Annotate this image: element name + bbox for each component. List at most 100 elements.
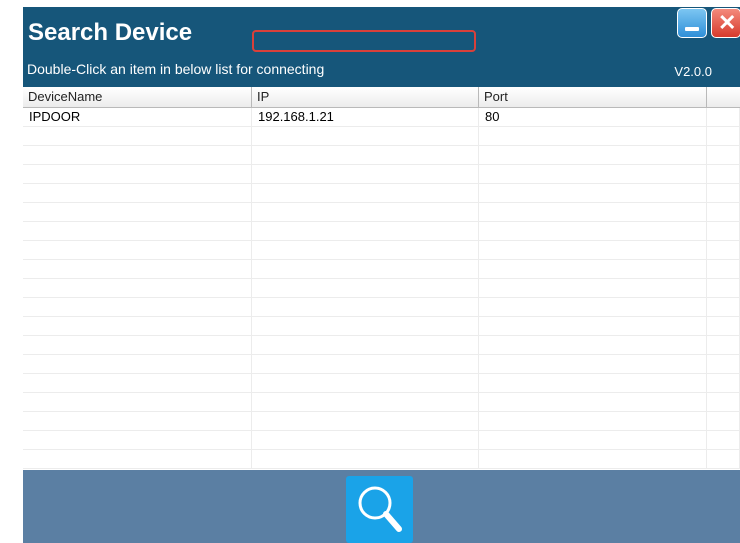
empty-row bbox=[23, 184, 740, 203]
cell-device-name bbox=[23, 241, 252, 260]
cell-filler bbox=[707, 127, 740, 146]
empty-row bbox=[23, 450, 740, 469]
empty-row bbox=[23, 298, 740, 317]
cell-port bbox=[479, 374, 707, 393]
cell-device-name bbox=[23, 317, 252, 336]
cell-port bbox=[479, 260, 707, 279]
cell-port bbox=[479, 336, 707, 355]
cell-filler bbox=[707, 336, 740, 355]
cell-port bbox=[479, 279, 707, 298]
cell-filler bbox=[707, 260, 740, 279]
cell-ip bbox=[252, 336, 479, 355]
cell-filler bbox=[707, 108, 740, 127]
close-icon: ✕ bbox=[718, 10, 737, 35]
cell-port bbox=[479, 146, 707, 165]
cell-ip bbox=[252, 431, 479, 450]
cell-device-name bbox=[23, 184, 252, 203]
cell-ip bbox=[252, 260, 479, 279]
empty-row bbox=[23, 222, 740, 241]
cell-ip bbox=[252, 317, 479, 336]
cell-device-name bbox=[23, 374, 252, 393]
cell-filler bbox=[707, 355, 740, 374]
cell-filler bbox=[707, 203, 740, 222]
device-list-header: DeviceName IP Port bbox=[23, 87, 740, 108]
empty-row bbox=[23, 393, 740, 412]
cell-ip bbox=[252, 203, 479, 222]
cell-ip bbox=[252, 279, 479, 298]
cell-device-name bbox=[23, 355, 252, 374]
cell-device-name: IPDOOR bbox=[23, 108, 252, 127]
cell-device-name bbox=[23, 450, 252, 469]
cell-port: 80 bbox=[479, 108, 707, 127]
cell-device-name bbox=[23, 203, 252, 222]
column-header-ip[interactable]: IP bbox=[252, 87, 479, 107]
minimize-icon bbox=[685, 27, 699, 31]
empty-row bbox=[23, 241, 740, 260]
window-title: Search Device bbox=[28, 19, 193, 46]
cell-port bbox=[479, 203, 707, 222]
cell-filler bbox=[707, 279, 740, 298]
cell-filler bbox=[707, 184, 740, 203]
empty-row bbox=[23, 279, 740, 298]
close-button[interactable]: ✕ bbox=[711, 8, 740, 38]
empty-row bbox=[23, 260, 740, 279]
empty-row bbox=[23, 146, 740, 165]
cell-port bbox=[479, 450, 707, 469]
cell-ip bbox=[252, 355, 479, 374]
cell-filler bbox=[707, 222, 740, 241]
cell-port bbox=[479, 222, 707, 241]
instruction-text: Double-Click an item in below list for c… bbox=[27, 61, 325, 77]
minimize-button[interactable] bbox=[677, 8, 707, 38]
cell-device-name bbox=[23, 127, 252, 146]
column-header-filler bbox=[707, 87, 740, 107]
cell-device-name bbox=[23, 393, 252, 412]
cell-filler bbox=[707, 374, 740, 393]
cell-port bbox=[479, 412, 707, 431]
cell-filler bbox=[707, 393, 740, 412]
cell-device-name bbox=[23, 336, 252, 355]
cell-device-name bbox=[23, 222, 252, 241]
cell-port bbox=[479, 184, 707, 203]
cell-port bbox=[479, 298, 707, 317]
column-header-device-name[interactable]: DeviceName bbox=[23, 87, 252, 107]
version-label: V2.0.0 bbox=[674, 64, 712, 79]
cell-device-name bbox=[23, 260, 252, 279]
cell-ip bbox=[252, 374, 479, 393]
cell-device-name bbox=[23, 279, 252, 298]
search-icon bbox=[358, 486, 402, 532]
cell-port bbox=[479, 431, 707, 450]
cell-ip: 192.168.1.21 bbox=[252, 108, 479, 127]
cell-ip bbox=[252, 412, 479, 431]
cell-device-name bbox=[23, 298, 252, 317]
cell-ip bbox=[252, 298, 479, 317]
empty-row bbox=[23, 374, 740, 393]
cell-filler bbox=[707, 412, 740, 431]
empty-row bbox=[23, 355, 740, 374]
cell-device-name bbox=[23, 412, 252, 431]
cell-ip bbox=[252, 393, 479, 412]
cell-device-name bbox=[23, 146, 252, 165]
device-list[interactable]: DeviceName IP Port IPDOOR 192.168.1.21 80 bbox=[23, 87, 740, 470]
table-row[interactable]: IPDOOR 192.168.1.21 80 bbox=[23, 108, 740, 127]
cell-ip bbox=[252, 146, 479, 165]
cell-filler bbox=[707, 241, 740, 260]
cell-ip bbox=[252, 222, 479, 241]
column-header-port[interactable]: Port bbox=[479, 87, 707, 107]
cell-filler bbox=[707, 431, 740, 450]
cell-filler bbox=[707, 450, 740, 469]
search-button[interactable] bbox=[346, 476, 413, 543]
cell-filler bbox=[707, 298, 740, 317]
empty-row bbox=[23, 412, 740, 431]
cell-device-name bbox=[23, 165, 252, 184]
cell-port bbox=[479, 165, 707, 184]
cell-filler bbox=[707, 317, 740, 336]
empty-row bbox=[23, 165, 740, 184]
ip-highlight-box bbox=[252, 30, 476, 52]
cell-ip bbox=[252, 127, 479, 146]
cell-port bbox=[479, 317, 707, 336]
cell-device-name bbox=[23, 431, 252, 450]
cell-port bbox=[479, 127, 707, 146]
empty-row bbox=[23, 431, 740, 450]
empty-row bbox=[23, 317, 740, 336]
cell-port bbox=[479, 393, 707, 412]
